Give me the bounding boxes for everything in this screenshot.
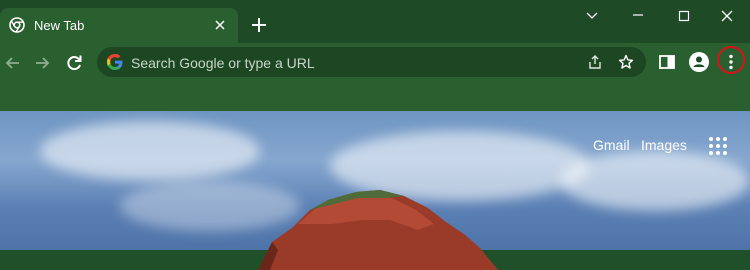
tab-title: New Tab — [34, 18, 85, 33]
chrome-icon — [9, 17, 25, 33]
side-panel-button[interactable] — [656, 51, 678, 73]
new-tab-button[interactable] — [248, 14, 270, 36]
plus-icon — [252, 18, 266, 32]
tab-new-tab[interactable]: New Tab — [0, 8, 238, 43]
minimize-button[interactable] — [615, 4, 661, 28]
gmail-link[interactable]: Gmail — [593, 137, 630, 153]
person-icon — [689, 52, 709, 72]
tab-search-button[interactable] — [569, 4, 615, 28]
google-apps-button[interactable] — [708, 136, 728, 156]
back-button[interactable] — [2, 52, 24, 74]
toolbar: Search Google or type a URL — [0, 43, 750, 111]
menu-button[interactable] — [720, 51, 742, 73]
background-rock-image — [258, 190, 498, 270]
side-panel-icon — [659, 55, 675, 69]
title-bar: New Tab — [0, 0, 750, 43]
reload-icon — [67, 55, 82, 71]
minimize-icon — [633, 14, 643, 16]
chevron-down-icon — [586, 12, 598, 19]
tab-close-button[interactable] — [211, 16, 229, 34]
maximize-button[interactable] — [661, 4, 707, 28]
maximize-icon — [678, 10, 690, 22]
reload-button[interactable] — [63, 52, 85, 74]
share-icon[interactable] — [587, 54, 603, 70]
close-window-button[interactable] — [704, 4, 750, 28]
address-bar-placeholder: Search Google or type a URL — [131, 55, 315, 71]
images-link[interactable]: Images — [641, 137, 687, 153]
star-icon[interactable] — [618, 54, 634, 70]
forward-button[interactable] — [31, 52, 53, 74]
three-dots-vertical-icon — [729, 54, 733, 70]
grid-icon — [709, 137, 727, 155]
profile-button[interactable] — [688, 51, 710, 73]
close-icon — [721, 10, 733, 22]
address-bar[interactable]: Search Google or type a URL — [97, 47, 646, 77]
google-logo-icon — [107, 54, 123, 70]
close-icon — [215, 20, 225, 30]
arrow-right-icon — [36, 57, 50, 69]
arrow-left-icon — [5, 57, 19, 69]
